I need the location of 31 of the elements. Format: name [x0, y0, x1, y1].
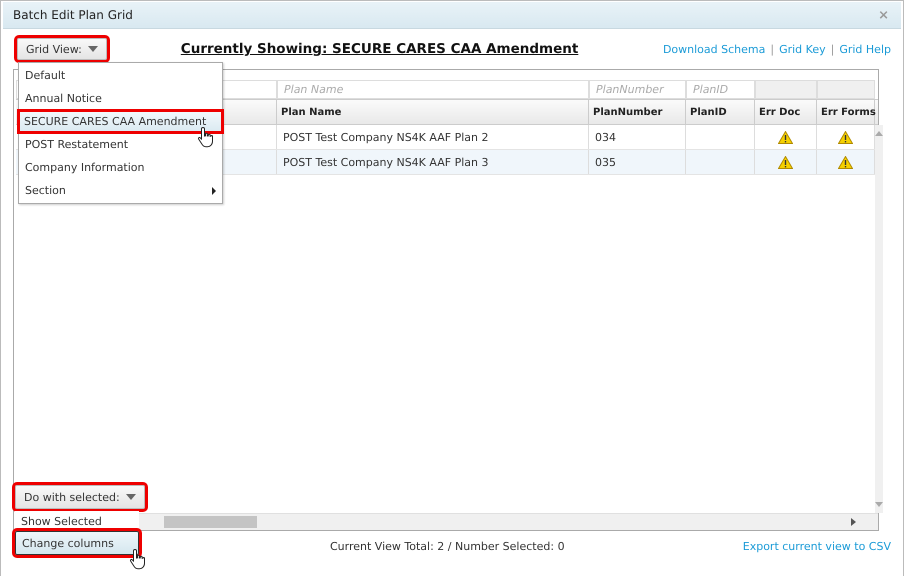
vertical-scrollbar[interactable] [875, 125, 883, 513]
window-title: Batch Edit Plan Grid [13, 8, 133, 22]
menu-item[interactable]: Section [19, 179, 222, 202]
scroll-up-icon[interactable] [875, 131, 883, 136]
hand-cursor-icon [129, 548, 147, 570]
caret-icon [126, 494, 136, 500]
column-header[interactable]: PlanID [686, 100, 755, 124]
scroll-right-icon[interactable] [851, 518, 856, 526]
link-separator: | [830, 42, 834, 56]
table-cell: 034 [589, 125, 686, 149]
column-header[interactable]: Err Forms [817, 100, 875, 124]
menu-item[interactable]: SECURE CARES CAA Amendment [18, 110, 223, 133]
menu-item[interactable]: Show Selected [15, 511, 139, 531]
column-header[interactable]: PlanNumber [589, 100, 686, 124]
column-header[interactable]: Plan Name [277, 100, 589, 124]
menu-item[interactable]: Change columns [15, 531, 139, 555]
heading: Currently Showing: SECURE CARES CAA Amendment [180, 41, 578, 57]
hand-cursor-icon [197, 126, 215, 148]
do-with-selected-button[interactable]: Do with selected: [15, 485, 145, 509]
scroll-thumb[interactable] [164, 516, 257, 528]
table-cell: 035 [589, 150, 686, 174]
scroll-down-icon[interactable] [875, 502, 883, 507]
menu-item[interactable]: Default [19, 64, 222, 87]
status-text: Current View Total: 2 / Number Selected: 0 [330, 540, 565, 552]
link-separator: | [770, 42, 774, 56]
caret-icon [88, 46, 98, 52]
table-cell: POST Test Company NS4K AAF Plan 3 [277, 150, 589, 174]
grid-view-button[interactable]: Grid View: [17, 38, 107, 60]
column-header[interactable]: Err Doc [755, 100, 817, 124]
menu-item[interactable]: Annual Notice [19, 87, 222, 110]
table-cell: POST Test Company NS4K AAF Plan 2 [277, 125, 589, 149]
